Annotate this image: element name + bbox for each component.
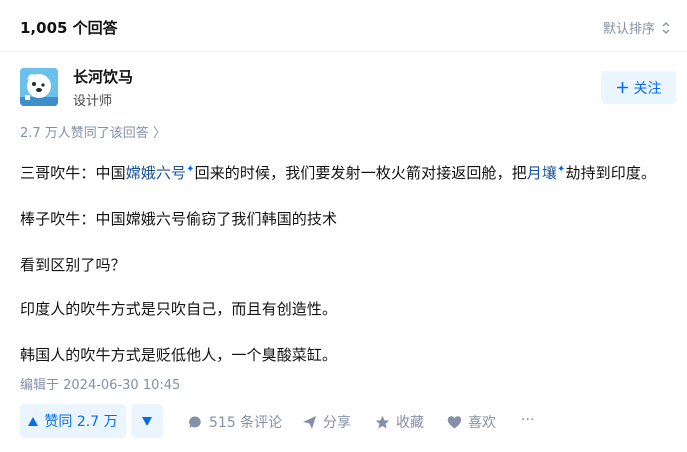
avatar-image — [20, 68, 58, 106]
collect-button[interactable]: 收藏 — [375, 412, 424, 432]
sparkle-icon: ✦ — [186, 164, 195, 175]
downvote-button[interactable] — [131, 404, 163, 438]
paragraph-text: 回来的时候，我们要发射一枚火箭对接返回舱，把 — [194, 164, 527, 182]
upvote-button[interactable]: 赞同 2.7 万 — [20, 404, 126, 438]
author-name[interactable]: 长河饮马 — [73, 66, 133, 87]
like-button[interactable]: 喜欢 — [447, 412, 496, 432]
content-paragraph: 棒子吹牛：中国嫦娥六号偷窃了我们韩国的技术 — [20, 210, 338, 228]
content-paragraph: 看到区别了吗？ — [20, 256, 126, 274]
upvote-label: 赞同 2.7 万 — [44, 414, 118, 430]
sort-arrows-icon — [662, 21, 670, 34]
author-avatar[interactable] — [20, 68, 58, 106]
like-label: 喜欢 — [468, 415, 496, 431]
heart-icon — [447, 415, 462, 428]
answers-header: 1,005 个回答 默认排序 — [0, 0, 687, 52]
more-icon: ··· — [521, 412, 535, 428]
comments-button[interactable]: 515 条评论 — [188, 412, 282, 432]
more-button[interactable]: ··· — [521, 412, 534, 428]
sort-dropdown[interactable]: 默认排序 — [603, 18, 671, 37]
triangle-down-icon — [142, 416, 152, 426]
follow-label: 关注 — [633, 80, 662, 97]
share-label: 分享 — [323, 415, 351, 431]
topic-link[interactable]: 月壤 — [527, 164, 557, 182]
topic-link[interactable]: 嫦娥六号 — [126, 164, 186, 182]
collect-label: 收藏 — [396, 415, 424, 431]
author-title: 设计师 — [73, 94, 113, 109]
content-paragraph: 印度人的吹牛方式是只吹自己，而且有创造性。 — [20, 300, 338, 318]
comment-bubble-icon — [189, 415, 201, 428]
edit-time: 编辑于 2024-06-30 10:45 — [20, 378, 181, 393]
paragraph-text: 劫持到印度。 — [565, 164, 657, 182]
plus-icon — [616, 82, 628, 93]
upvote-summary-link[interactable]: 2.7 万人赞同了该回答 〉 — [20, 122, 166, 141]
share-plane-icon — [303, 415, 316, 429]
share-button[interactable]: 分享 — [302, 412, 351, 432]
star-icon — [375, 415, 390, 428]
follow-button[interactable]: 关注 — [601, 71, 676, 104]
paragraph-text: 三哥吹牛：中国 — [20, 164, 126, 182]
content-paragraph: 三哥吹牛：中国嫦娥六号✦回来的时候，我们要发射一枚火箭对接返回舱，把月壤✦劫持到… — [20, 162, 656, 183]
content-paragraph: 韩国人的吹牛方式是贬低他人，一个臭酸菜缸。 — [20, 346, 338, 364]
answer-count: 1,005 个回答 — [20, 19, 118, 37]
sort-label: 默认排序 — [602, 22, 655, 37]
triangle-up-icon — [28, 416, 39, 426]
comments-label: 515 条评论 — [209, 415, 283, 431]
